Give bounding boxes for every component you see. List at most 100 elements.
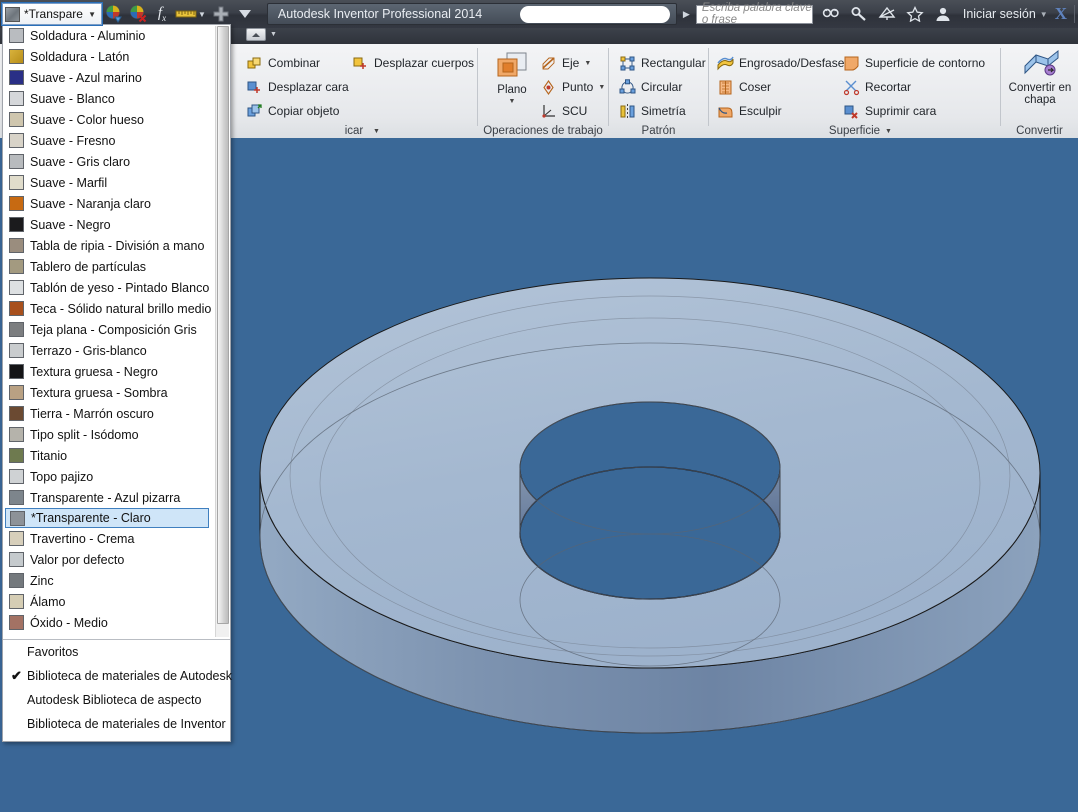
command-punto[interactable]: Punto ▼ [540, 76, 605, 98]
3d-model-viewport[interactable] [230, 138, 1078, 812]
command-plano[interactable]: Plano ▼ [480, 50, 544, 108]
command-copiar-objeto[interactable]: Copiar objeto [246, 100, 339, 122]
measure-dropdown-caret-icon[interactable]: ▼ [198, 10, 209, 19]
circular-pattern-icon [619, 78, 636, 96]
command-rectangular[interactable]: Rectangular [619, 52, 706, 74]
library-item[interactable]: ✔ Biblioteca de materiales de Autodesk [3, 664, 232, 688]
material-item[interactable]: Zinc [3, 570, 215, 591]
material-item[interactable]: Suave - Color hueso [3, 109, 215, 130]
material-item[interactable]: Suave - Azul marino [3, 67, 215, 88]
material-item[interactable]: Terrazo - Gris-blanco [3, 340, 215, 361]
panel-dropdown-caret-icon[interactable]: ▼ [373, 128, 380, 135]
command-label: SCU [562, 104, 588, 118]
command-simetria[interactable]: Simetría [619, 100, 686, 122]
sculpt-icon [717, 103, 734, 120]
material-swatch-icon [9, 280, 24, 295]
favorites-star-icon[interactable] [903, 1, 927, 27]
material-item[interactable]: Soldadura - Aluminio [3, 25, 215, 46]
command-label: Eje [562, 56, 580, 70]
library-item[interactable]: Biblioteca de materiales de Inventor [3, 712, 230, 736]
command-eje[interactable]: Eje ▼ [540, 52, 591, 74]
material-list[interactable]: Soldadura - Aluminio Soldadura - Latón Sua… [3, 25, 230, 638]
sign-in-caret-icon[interactable]: ▼ [1040, 10, 1051, 19]
material-item-selected[interactable]: *Transparente - Claro [5, 508, 209, 528]
signin-alt-icon[interactable] [875, 1, 899, 27]
material-item[interactable]: Suave - Marfil [3, 172, 215, 193]
material-item[interactable]: Suave - Naranja claro [3, 193, 215, 214]
material-swatch-icon [9, 259, 24, 274]
command-desplazar-cuerpos[interactable]: Desplazar cuerpos [352, 52, 474, 74]
command-engrosado-desfase[interactable]: Engrosado/Desfase [717, 52, 844, 74]
exchange-apps-icon[interactable]: X [1055, 4, 1067, 24]
command-combinar[interactable]: Combinar [246, 52, 320, 74]
overflow-caret-icon[interactable] [233, 1, 257, 27]
library-selector[interactable]: Favoritos ✔ Biblioteca de materiales de Au… [3, 639, 232, 741]
search-icon[interactable] [819, 1, 843, 27]
panel-label-convertir: Convertir [1016, 125, 1063, 137]
command-suprimir-cara[interactable]: Suprimir cara [843, 100, 936, 122]
disc-bore-bottom [519, 466, 781, 600]
command-circular[interactable]: Circular [619, 76, 682, 98]
library-item[interactable]: Autodesk Biblioteca de aspecto [3, 688, 230, 712]
command-coser[interactable]: Coser [717, 76, 771, 98]
panel-dropdown-caret-icon[interactable]: ▼ [885, 128, 892, 135]
material-item[interactable]: Transparente - Azul pizarra [3, 487, 215, 508]
ribbon-minimize-caret-icon[interactable]: ▼ [270, 31, 277, 38]
chevron-down-icon[interactable]: ▼ [598, 84, 605, 91]
convert-sheet-metal-icon [1022, 48, 1059, 80]
title-overflow-arrow-icon[interactable]: ▶ [677, 9, 696, 20]
material-item[interactable]: Suave - Gris claro [3, 151, 215, 172]
material-swatch-icon [9, 217, 24, 232]
material-item[interactable]: Suave - Blanco [3, 88, 215, 109]
material-swatch-icon [9, 322, 24, 337]
material-item[interactable]: Álamo [3, 591, 215, 612]
chevron-down-icon[interactable]: ▼ [88, 10, 99, 19]
command-scu[interactable]: SCU [540, 100, 587, 122]
material-item[interactable]: Tabla de ripia - División a mano [3, 235, 215, 256]
material-item-label: Textura gruesa - Negro [30, 364, 158, 379]
material-combobox[interactable]: *Transpare ▼ [1, 2, 103, 26]
material-item[interactable]: Teca - Sólido natural brillo medio [3, 298, 215, 319]
material-item[interactable]: Titanio [3, 445, 215, 466]
search-input[interactable]: Escriba palabra clave o frase [695, 2, 813, 26]
material-item[interactable]: Suave - Negro [3, 214, 215, 235]
chevron-down-icon[interactable]: ▼ [509, 96, 516, 108]
material-item[interactable]: Topo pajizo [3, 466, 215, 487]
help-search-icon[interactable] [847, 1, 871, 27]
material-item[interactable]: Valor por defecto [3, 549, 215, 570]
material-swatch-icon [9, 531, 24, 546]
material-item[interactable]: Tablero de partículas [3, 256, 215, 277]
material-item[interactable]: Tipo split - Isódomo [3, 424, 215, 445]
ribbon-minimize-button[interactable] [246, 28, 266, 41]
material-dropdown-panel[interactable]: Soldadura - Aluminio Soldadura - Latón Sua… [2, 24, 232, 742]
command-recortar[interactable]: Recortar [843, 76, 911, 98]
material-item[interactable]: Textura gruesa - Sombra [3, 382, 215, 403]
command-superficie-de-contorno[interactable]: Superficie de contorno [843, 52, 985, 74]
material-swatch-icon [9, 427, 24, 442]
command-esculpir[interactable]: Esculpir [717, 100, 782, 122]
sign-in-label[interactable]: Iniciar sesión [963, 7, 1036, 21]
scrollbar-thumb[interactable] [217, 26, 229, 624]
material-item[interactable]: Óxido - Medio [3, 612, 215, 633]
command-label-line1: Convertir en [1008, 82, 1072, 94]
user-icon[interactable] [931, 1, 955, 27]
library-item[interactable]: Favoritos [3, 640, 230, 664]
boundary-patch-icon [843, 55, 860, 72]
material-item[interactable]: Travertino - Crema [3, 528, 215, 549]
material-swatch-icon [9, 175, 24, 190]
material-item[interactable]: Tierra - Marrón oscuro [3, 403, 215, 424]
chevron-down-icon[interactable]: ▼ [584, 60, 591, 67]
material-swatch-icon [9, 154, 24, 169]
command-label: Recortar [865, 80, 912, 94]
material-list-scrollbar[interactable] [215, 26, 229, 637]
material-item-label: Valor por defecto [30, 552, 125, 567]
material-item[interactable]: Tablón de yeso - Pintado Blanco [3, 277, 215, 298]
command-desplazar-cara[interactable]: Desplazar cara [246, 76, 349, 98]
material-item-label: Transparente - Azul pizarra [30, 490, 181, 505]
command-convertir-en-chapa[interactable]: Convertir en chapa [1007, 48, 1073, 106]
material-item[interactable]: Textura gruesa - Negro [3, 361, 215, 382]
material-item-label: Óxido - Medio [30, 615, 108, 630]
material-item[interactable]: Teja plana - Composición Gris [3, 319, 215, 340]
material-item[interactable]: Suave - Fresno [3, 130, 215, 151]
material-item[interactable]: Soldadura - Latón [3, 46, 215, 67]
